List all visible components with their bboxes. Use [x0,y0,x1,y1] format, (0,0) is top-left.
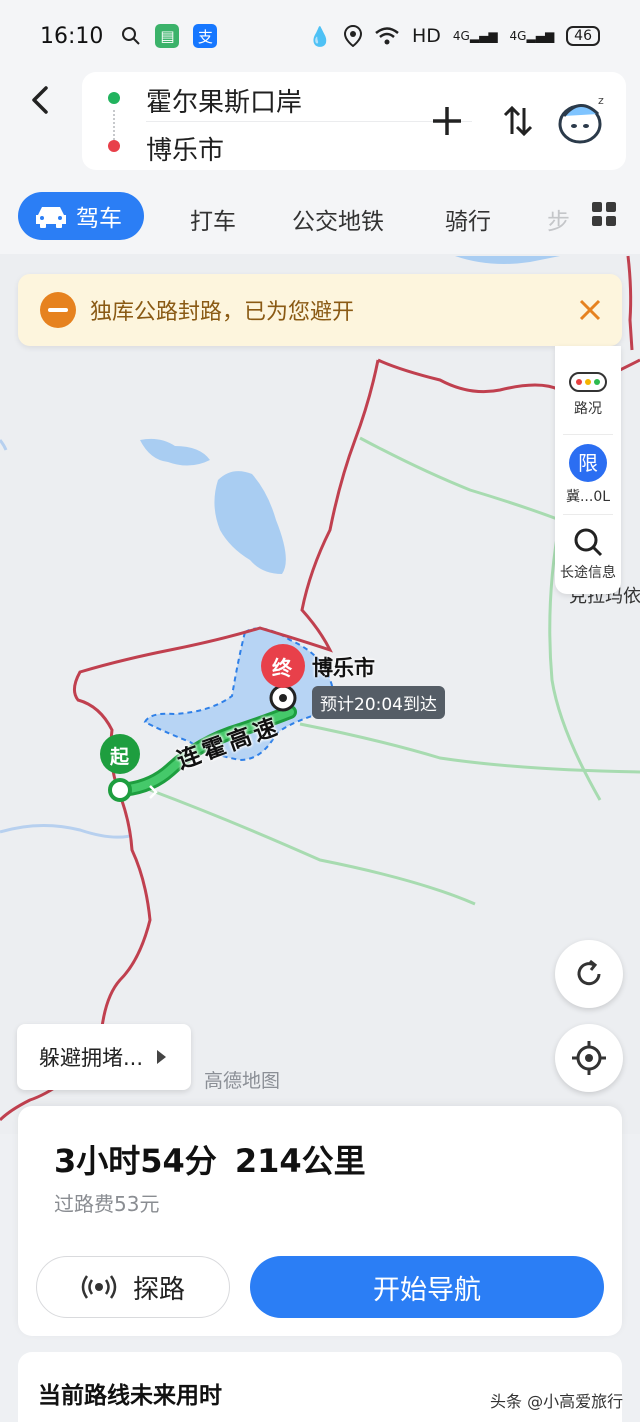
signal-icon-2: 4G▂▄▆ [509,29,555,43]
road-east [299,722,640,774]
plate-limit-button[interactable]: 限 冀...0L [555,444,621,506]
add-waypoint-icon[interactable] [430,104,464,138]
route-summary-card[interactable]: 3小时54分 214公里 过路费53元 探路 开始导航 [18,1106,622,1336]
network-label: HD [412,25,441,47]
map-watermark: 高德地图 [204,1070,281,1092]
route-header: 霍尔果斯口岸 博乐市 z [0,72,640,182]
duration: 3小时54分 [54,1142,217,1180]
route-divider [146,121,472,122]
road-north [359,436,561,522]
more-modes-grid-icon[interactable] [592,202,616,226]
border-line [0,358,640,1122]
end-marker-label: 终 [272,656,292,680]
side-panel-divider [563,514,613,515]
map-view[interactable]: 起 终 博乐市 预计20:04到达 连霍高速 克拉玛依 [0,254,640,1134]
drop-icon: 💧 [308,25,332,48]
end-point-center [279,694,287,702]
origin-dot-icon [108,92,120,104]
route-summary: 3小时54分 214公里 [54,1136,366,1182]
status-bar: 16:10 ▤ 支 💧 HD 4G▂▄▆ 4G▂▄▆ 46 [0,0,640,72]
explore-label: 探路 [132,1274,185,1305]
location-icon [344,25,362,47]
start-marker-label: 起 [110,746,130,768]
river-west [0,824,131,839]
triangle-right-icon [157,1050,167,1064]
origin-field[interactable]: 霍尔果斯口岸 [146,82,302,119]
no-entry-icon [40,292,76,328]
toll-fee: 过路费53元 [54,1192,160,1216]
back-arrow-icon[interactable] [20,80,60,120]
start-point [108,778,132,802]
explore-route-button[interactable]: 探路 [36,1256,230,1318]
long-trip-button[interactable]: 长途信息 [555,526,621,582]
locate-icon [572,1041,606,1075]
notice-text: 独库公路封路，已为您避开 [90,300,355,325]
avoid-congestion-button[interactable]: 躲避拥堵... [17,1024,191,1090]
side-panel-divider [563,434,613,435]
locate-me-button[interactable] [555,1024,623,1092]
destination-dot-icon [108,140,120,152]
broadcast-icon [81,1275,117,1299]
tab-walk[interactable]: 步 [547,202,570,236]
route-connector [113,110,115,140]
route-input-box: 霍尔果斯口岸 博乐市 z [82,72,626,170]
assistant-robot-icon[interactable]: z [558,90,612,146]
search-icon [574,528,603,557]
traffic-toggle[interactable]: 路况 [555,372,621,418]
battery-icon: 46 [566,26,600,46]
tab-transit[interactable]: 公交地铁 [292,202,384,236]
future-time-title: 当前路线未来用时 [38,1383,222,1409]
svg-text:z: z [598,94,604,107]
road-closure-notice: 独库公路封路，已为您避开 [18,274,622,346]
wifi-icon [375,27,399,45]
distance: 214公里 [234,1142,366,1180]
road-south [149,788,476,906]
status-time: 16:10 [40,23,104,49]
river-edge [0,439,8,451]
lake-small [140,438,210,466]
tab-drive-label: 驾车 [76,206,122,232]
avoid-label: 躲避拥堵... [39,1046,144,1070]
travel-mode-tabs: 驾车 打车 公交地铁 骑行 步 [0,182,640,254]
swap-icon[interactable] [502,104,534,138]
destination-field[interactable]: 博乐市 [146,130,224,167]
map-side-panel: 路况 限 冀...0L 长途信息 [555,346,621,594]
tab-taxi[interactable]: 打车 [190,202,236,236]
border-line-east [626,255,634,351]
traffic-light-icon [569,372,607,392]
refresh-route-button[interactable] [555,940,623,1008]
lake-north [455,256,560,264]
end-city-label: 博乐市 [312,656,375,680]
limit-badge-icon: 限 [569,444,607,482]
refresh-icon [577,959,601,986]
lake-sayram [214,471,286,574]
search-icon [122,27,141,45]
alipay-icon: 支 [193,24,218,48]
tab-drive[interactable]: 驾车 [18,192,144,240]
app-notification-icon: ▤ [155,24,180,48]
long-trip-label: 长途信息 [560,565,616,581]
car-icon [36,207,66,228]
limit-label: 冀...0L [565,489,611,505]
traffic-label: 路况 [574,401,602,417]
start-navigation-button[interactable]: 开始导航 [250,1256,604,1318]
footer-watermark: 头条 @小高爱旅行 [490,1392,624,1411]
tab-bike[interactable]: 骑行 [445,202,491,236]
signal-icon-1: 4G▂▄▆ [452,29,498,43]
close-icon[interactable] [578,298,602,322]
eta-tooltip: 预计20:04到达 [312,686,445,719]
